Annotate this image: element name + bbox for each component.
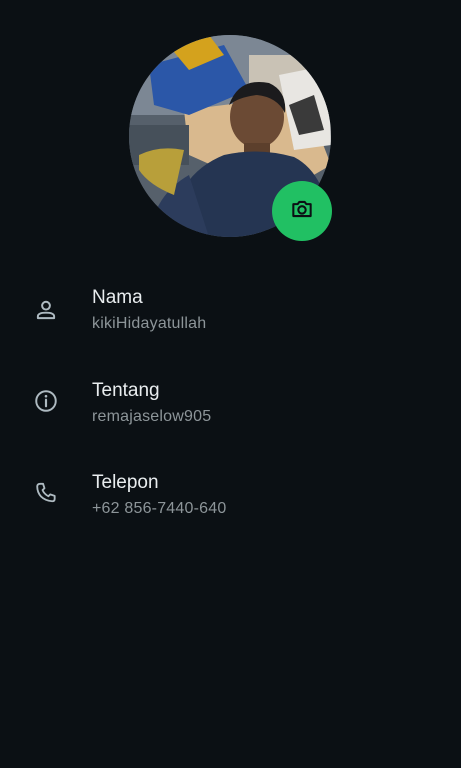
about-value: remajaselow905 <box>92 408 212 425</box>
profile-photo-area <box>129 35 333 241</box>
name-label: Nama <box>92 287 143 308</box>
camera-icon <box>289 196 315 227</box>
profile-screen: Nama kikiHidayatullah Tentang remajaselo… <box>0 0 461 768</box>
phone-label: Telepon <box>92 472 159 493</box>
info-icon <box>33 388 59 414</box>
about-label: Tentang <box>92 380 160 401</box>
phone-row[interactable]: Telepon +62 856-7440-640 <box>0 472 461 542</box>
name-row[interactable]: Nama kikiHidayatullah <box>0 287 461 357</box>
change-photo-button[interactable] <box>272 181 332 241</box>
about-row[interactable]: Tentang remajaselow905 <box>0 380 461 450</box>
phone-icon <box>33 480 59 506</box>
person-icon <box>33 297 59 323</box>
phone-value: +62 856-7440-640 <box>92 500 227 517</box>
name-value: kikiHidayatullah <box>92 315 207 332</box>
